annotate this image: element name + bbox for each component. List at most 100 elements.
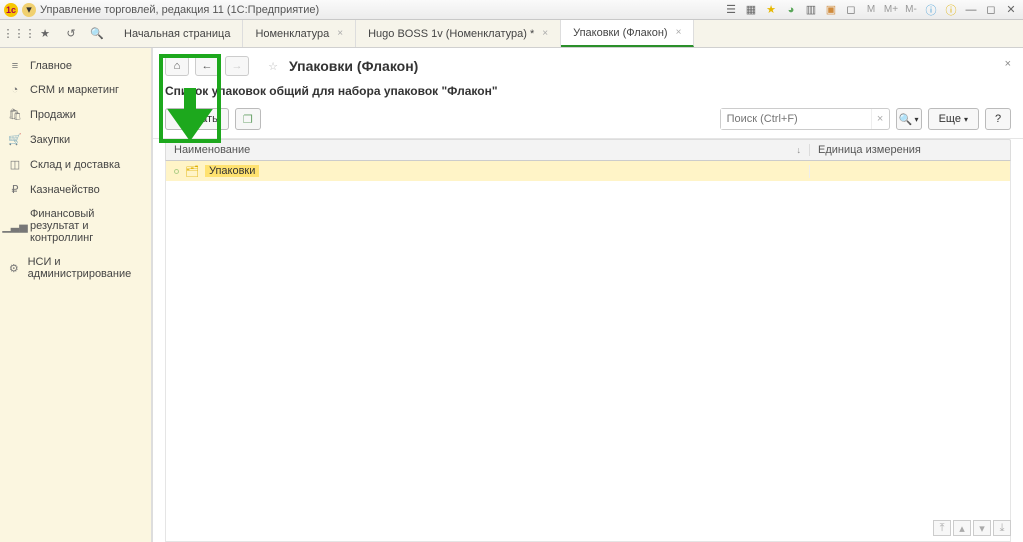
nav-forward-button[interactable]: → xyxy=(225,56,249,76)
sidebar-item-purchases[interactable]: 🛒 Закупки xyxy=(0,127,151,152)
tab-hugo-boss[interactable]: Hugo BOSS 1v (Номенклатура) * × xyxy=(356,20,561,47)
window-title: Управление торговлей, редакция 11 (1С:Пр… xyxy=(40,4,319,16)
close-window-icon[interactable]: ✕ xyxy=(1003,3,1019,17)
tab-label: Начальная страница xyxy=(124,28,230,40)
column-unit-label: Единица измерения xyxy=(818,144,921,156)
status-icon[interactable]: ◻ xyxy=(843,3,859,17)
more-button[interactable]: Еще ▾ xyxy=(928,108,979,130)
calc-icon[interactable]: ▥ xyxy=(803,3,819,17)
menu-icon: ≡ xyxy=(8,60,22,72)
row-marker-icon xyxy=(174,169,179,174)
tab-label: Номенклатура xyxy=(255,28,329,40)
search-input[interactable] xyxy=(721,109,871,129)
apps-grid-icon[interactable]: ⋮⋮⋮ xyxy=(10,25,28,43)
column-unit[interactable]: Единица измерения xyxy=(810,144,1010,156)
page-favorite-icon[interactable]: ☆ xyxy=(263,56,283,76)
tab-close-icon[interactable]: × xyxy=(676,27,682,38)
tab-packaging[interactable]: Упаковки (Флакон) × xyxy=(561,20,694,47)
table-row[interactable]: 🗂 Упаковки xyxy=(166,161,1010,181)
tab-close-icon[interactable]: × xyxy=(337,28,343,39)
search-box[interactable]: × xyxy=(720,108,890,130)
sidebar-item-main[interactable]: ≡ Главное xyxy=(0,54,151,78)
table-header: Наименование ↓ Единица измерения xyxy=(165,139,1011,161)
m-button[interactable]: М xyxy=(863,3,879,17)
titlebar: 1с ▾ Управление торговлей, редакция 11 (… xyxy=(0,0,1023,20)
info-icon[interactable]: ⓘ xyxy=(923,3,939,17)
money-icon: ₽ xyxy=(8,183,22,196)
content: ⌂ ← → ☆ Упаковки (Флакон) × Список упако… xyxy=(152,48,1023,542)
gear-icon: ⚙ xyxy=(8,262,20,275)
nav-home-button[interactable]: ⌂ xyxy=(165,56,189,76)
sidebar-item-sales[interactable]: 🛍 Продажи xyxy=(0,102,151,127)
tab-label: Hugo BOSS 1v (Номенклатура) * xyxy=(368,28,534,40)
sidebar-item-label: Казначейство xyxy=(30,184,100,196)
scroll-buttons: ⤒ ▴ ▾ ⤓ xyxy=(933,520,1011,536)
magnifier-icon: 🔍 xyxy=(899,113,913,126)
grid: Наименование ↓ Единица измерения 🗂 Упако… xyxy=(153,139,1023,542)
history-icon[interactable]: ↺ xyxy=(62,25,80,43)
hash-icon[interactable]: ▦ xyxy=(743,3,759,17)
cart-icon: 🛒 xyxy=(8,133,22,146)
tabs: Начальная страница Номенклатура × Hugo B… xyxy=(112,20,694,47)
scroll-up-icon[interactable]: ▴ xyxy=(953,520,971,536)
create-from-template-button[interactable]: ❐ xyxy=(235,108,261,130)
page-subtitle: Список упаковок общий для набора упаково… xyxy=(153,80,1023,106)
actionbar: Создать ❐ × 🔍 ▾ Еще ▾ ? xyxy=(153,106,1023,139)
table-body[interactable]: 🗂 Упаковки xyxy=(165,161,1011,542)
calendar-icon[interactable]: ▣ xyxy=(823,3,839,17)
sidebar-item-crm[interactable]: ◔ CRM и маркетинг xyxy=(0,78,151,102)
sidebar-item-label: Главное xyxy=(30,60,72,72)
sidebar-item-admin[interactable]: ⚙ НСИ и администрирование xyxy=(0,250,151,286)
chevron-down-icon: ▾ xyxy=(964,115,968,124)
app-shortcut-icon[interactable]: ☰ xyxy=(723,3,739,17)
sidebar-item-finance[interactable]: ▁▃▅ Финансовый результат и контроллинг xyxy=(0,202,151,250)
sidebar-item-label: НСИ и администрирование xyxy=(28,256,143,280)
search-button[interactable]: 🔍 ▾ xyxy=(896,108,922,130)
sort-indicator-icon: ↓ xyxy=(797,145,802,155)
pie-icon: ◔ xyxy=(8,84,22,96)
page-title: Упаковки (Флакон) xyxy=(289,58,418,74)
scroll-bottom-icon[interactable]: ⤓ xyxy=(993,520,1011,536)
folder-icon: 🗂 xyxy=(185,165,199,178)
box-icon: ◫ xyxy=(8,158,22,171)
create-button[interactable]: Создать xyxy=(165,108,229,130)
sidebar-item-label: Склад и доставка xyxy=(30,159,120,171)
m-plus-button[interactable]: М+ xyxy=(883,3,899,17)
sidebar-item-warehouse[interactable]: ◫ Склад и доставка xyxy=(0,152,151,177)
clock-icon[interactable]: ◕ xyxy=(783,3,799,17)
tab-close-icon[interactable]: × xyxy=(542,28,548,39)
favorite-star-icon[interactable]: ★ xyxy=(36,25,54,43)
more-label: Еще xyxy=(939,113,961,125)
bag-icon: 🛍 xyxy=(8,108,22,121)
scroll-down-icon[interactable]: ▾ xyxy=(973,520,991,536)
tab-home[interactable]: Начальная страница xyxy=(112,20,243,47)
search-icon[interactable]: 🔍 xyxy=(88,25,106,43)
scroll-top-icon[interactable]: ⤒ xyxy=(933,520,951,536)
chevron-down-icon: ▾ xyxy=(914,115,918,124)
bars-icon: ▁▃▅ xyxy=(8,220,22,233)
sidebar-item-label: CRM и маркетинг xyxy=(30,84,119,96)
nav-back-button[interactable]: ← xyxy=(195,56,219,76)
tab-label: Упаковки (Флакон) xyxy=(573,27,667,39)
sidebar-item-label: Продажи xyxy=(30,109,76,121)
sidebar-item-treasury[interactable]: ₽ Казначейство xyxy=(0,177,151,202)
column-name[interactable]: Наименование ↓ xyxy=(166,144,810,156)
star-icon[interactable]: ★ xyxy=(763,3,779,17)
row-name: Упаковки xyxy=(205,165,259,177)
help-icon[interactable]: ⓘ xyxy=(943,3,959,17)
titlebar-right: ☰ ▦ ★ ◕ ▥ ▣ ◻ М М+ М- ⓘ ⓘ — ◻ ✕ xyxy=(723,3,1019,17)
sidebar-item-label: Закупки xyxy=(30,134,70,146)
app-icon-1c: 1с xyxy=(4,3,18,17)
maximize-icon[interactable]: ◻ xyxy=(983,3,999,17)
search-clear-icon[interactable]: × xyxy=(871,109,889,129)
tabstrip: ⋮⋮⋮ ★ ↺ 🔍 Начальная страница Номенклатур… xyxy=(0,20,1023,48)
sidebar-item-label: Финансовый результат и контроллинг xyxy=(30,208,143,244)
page-close-icon[interactable]: × xyxy=(1005,58,1011,70)
tab-nomenclature[interactable]: Номенклатура × xyxy=(243,20,356,47)
dropdown-icon[interactable]: ▾ xyxy=(22,3,36,17)
copy-icon: ❐ xyxy=(243,113,253,126)
help-button[interactable]: ? xyxy=(985,108,1011,130)
sidebar: ≡ Главное ◔ CRM и маркетинг 🛍 Продажи 🛒 … xyxy=(0,48,152,542)
m-minus-button[interactable]: М- xyxy=(903,3,919,17)
minimize-icon[interactable]: — xyxy=(963,3,979,17)
